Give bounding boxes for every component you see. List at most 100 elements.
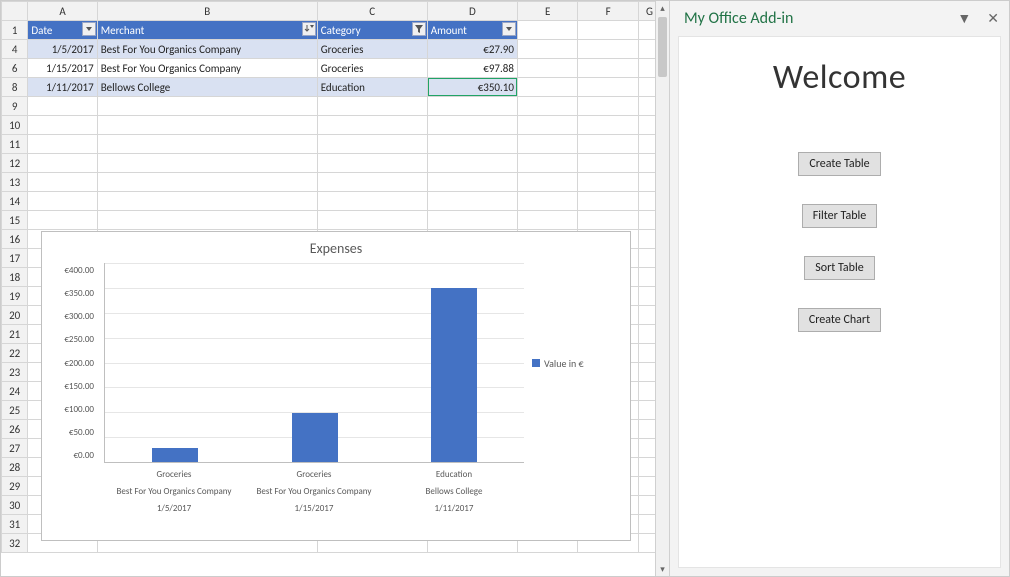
cell[interactable] bbox=[317, 135, 427, 154]
row-header-29[interactable]: 29 bbox=[2, 477, 28, 496]
table-header-amount[interactable]: Amount bbox=[427, 21, 517, 40]
cell[interactable] bbox=[28, 173, 97, 192]
row-header-25[interactable]: 25 bbox=[2, 401, 28, 420]
cell[interactable] bbox=[317, 192, 427, 211]
cell-date[interactable]: 1/15/2017 bbox=[28, 59, 97, 78]
col-header-F[interactable]: F bbox=[578, 2, 639, 21]
cell[interactable] bbox=[517, 59, 578, 78]
row-header-9[interactable]: 9 bbox=[2, 97, 28, 116]
pane-menu-icon[interactable]: ▼ bbox=[957, 10, 971, 27]
row-header-11[interactable]: 11 bbox=[2, 135, 28, 154]
cell[interactable] bbox=[28, 135, 97, 154]
create-table-button[interactable]: Create Table bbox=[798, 152, 880, 176]
cell[interactable] bbox=[317, 211, 427, 230]
cell[interactable] bbox=[517, 78, 578, 97]
chart-expenses[interactable]: Expenses €400.00€350.00€300.00€250.00€20… bbox=[41, 231, 631, 541]
cell-category[interactable]: Education bbox=[317, 78, 427, 97]
cell-amount[interactable]: €97.88 bbox=[427, 59, 517, 78]
cell-category[interactable]: Groceries bbox=[317, 40, 427, 59]
cell[interactable] bbox=[517, 154, 578, 173]
row-header-20[interactable]: 20 bbox=[2, 306, 28, 325]
col-header-E[interactable]: E bbox=[517, 2, 578, 21]
cell[interactable] bbox=[317, 173, 427, 192]
scroll-down-button[interactable]: ▾ bbox=[656, 562, 669, 576]
cell-merchant[interactable]: Best For You Organics Company bbox=[97, 40, 317, 59]
cell[interactable] bbox=[517, 211, 578, 230]
cell-merchant[interactable]: Bellows College bbox=[97, 78, 317, 97]
cell[interactable] bbox=[517, 173, 578, 192]
vertical-scrollbar[interactable]: ▴ ▾ bbox=[655, 1, 669, 576]
cell-category[interactable]: Groceries bbox=[317, 59, 427, 78]
filter-button-icon[interactable] bbox=[412, 22, 426, 36]
cell[interactable] bbox=[517, 192, 578, 211]
row-header-12[interactable]: 12 bbox=[2, 154, 28, 173]
row-header-13[interactable]: 13 bbox=[2, 173, 28, 192]
cell[interactable] bbox=[578, 78, 639, 97]
row-header-28[interactable]: 28 bbox=[2, 458, 28, 477]
cell[interactable] bbox=[427, 154, 517, 173]
cell[interactable] bbox=[578, 116, 639, 135]
cell[interactable] bbox=[578, 21, 639, 40]
cell[interactable] bbox=[517, 40, 578, 59]
row-header-14[interactable]: 14 bbox=[2, 192, 28, 211]
cell[interactable] bbox=[427, 211, 517, 230]
cell[interactable] bbox=[578, 40, 639, 59]
row-header-10[interactable]: 10 bbox=[2, 116, 28, 135]
cell[interactable] bbox=[578, 211, 639, 230]
cell[interactable] bbox=[517, 116, 578, 135]
pane-close-icon[interactable]: ✕ bbox=[987, 10, 999, 27]
worksheet[interactable]: A B C D E F G 1DateMerchantCategoryAmoun… bbox=[1, 1, 669, 576]
cell[interactable] bbox=[578, 97, 639, 116]
table-header-category[interactable]: Category bbox=[317, 21, 427, 40]
sort-table-button[interactable]: Sort Table bbox=[804, 256, 874, 280]
row-header-32[interactable]: 32 bbox=[2, 534, 28, 553]
cell[interactable] bbox=[427, 173, 517, 192]
filter-table-button[interactable]: Filter Table bbox=[802, 204, 877, 228]
cell[interactable] bbox=[28, 97, 97, 116]
cell[interactable] bbox=[427, 135, 517, 154]
row-header-6[interactable]: 6 bbox=[2, 59, 28, 78]
cell[interactable] bbox=[427, 97, 517, 116]
chart-bar[interactable] bbox=[431, 288, 477, 462]
scroll-up-button[interactable]: ▴ bbox=[656, 1, 669, 15]
chart-bar[interactable] bbox=[292, 413, 338, 462]
cell[interactable] bbox=[317, 116, 427, 135]
filter-button-icon[interactable] bbox=[502, 22, 516, 36]
row-header-18[interactable]: 18 bbox=[2, 268, 28, 287]
cell[interactable] bbox=[578, 154, 639, 173]
col-header-C[interactable]: C bbox=[317, 2, 427, 21]
row-header-16[interactable]: 16 bbox=[2, 230, 28, 249]
row-header-1[interactable]: 1 bbox=[2, 21, 28, 40]
cell[interactable] bbox=[28, 116, 97, 135]
cell[interactable] bbox=[578, 192, 639, 211]
cell-amount[interactable]: €27.90 bbox=[427, 40, 517, 59]
cell[interactable] bbox=[517, 97, 578, 116]
filter-button-icon[interactable] bbox=[302, 22, 316, 36]
row-header-23[interactable]: 23 bbox=[2, 363, 28, 382]
cell[interactable] bbox=[427, 192, 517, 211]
row-header-30[interactable]: 30 bbox=[2, 496, 28, 515]
cell[interactable] bbox=[578, 173, 639, 192]
cell[interactable] bbox=[97, 154, 317, 173]
cell[interactable] bbox=[317, 154, 427, 173]
row-header-17[interactable]: 17 bbox=[2, 249, 28, 268]
cell[interactable] bbox=[97, 173, 317, 192]
create-chart-button[interactable]: Create Chart bbox=[798, 308, 881, 332]
cell[interactable] bbox=[28, 154, 97, 173]
cell[interactable] bbox=[517, 21, 578, 40]
row-header-22[interactable]: 22 bbox=[2, 344, 28, 363]
row-header-26[interactable]: 26 bbox=[2, 420, 28, 439]
cell-merchant[interactable]: Best For You Organics Company bbox=[97, 59, 317, 78]
col-header-A[interactable]: A bbox=[28, 2, 97, 21]
cell-date[interactable]: 1/5/2017 bbox=[28, 40, 97, 59]
row-header-15[interactable]: 15 bbox=[2, 211, 28, 230]
row-header-31[interactable]: 31 bbox=[2, 515, 28, 534]
row-header-24[interactable]: 24 bbox=[2, 382, 28, 401]
row-header-27[interactable]: 27 bbox=[2, 439, 28, 458]
table-header-date[interactable]: Date bbox=[28, 21, 97, 40]
cell[interactable] bbox=[317, 97, 427, 116]
select-all-corner[interactable] bbox=[2, 2, 28, 21]
cell[interactable] bbox=[97, 116, 317, 135]
filter-button-icon[interactable] bbox=[82, 22, 96, 36]
col-header-B[interactable]: B bbox=[97, 2, 317, 21]
